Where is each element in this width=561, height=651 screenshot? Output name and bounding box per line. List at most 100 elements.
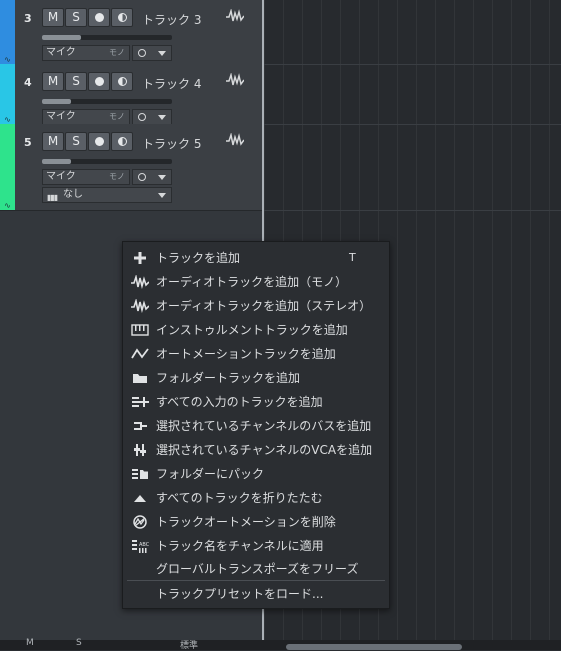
track-color-strip[interactable]: ∿ [0, 0, 15, 64]
bottom-std-label[interactable]: 標準 [180, 638, 198, 651]
output-select[interactable]: ▮▮▮ なし [42, 187, 172, 203]
chevron-down-icon [158, 115, 166, 120]
solo-button[interactable]: S [65, 132, 87, 151]
track-number: 4 [24, 76, 32, 89]
record-icon [94, 13, 104, 22]
record-arm-button[interactable] [88, 8, 110, 27]
record-icon [94, 137, 104, 146]
track-name[interactable]: トラック 4 [142, 75, 201, 92]
input-label: マイク [46, 47, 76, 58]
menu-item-label: フォルダーにパック [156, 467, 265, 481]
menu-separator [127, 580, 385, 581]
menu-item-label: トラック名をチャンネルに適用 [156, 539, 324, 553]
menu-item-label: トラックプリセットをロード... [156, 587, 324, 601]
menu-item-add-vca[interactable]: 選択されているチャンネルのVCAを追加 [123, 438, 389, 462]
track-number: 3 [24, 12, 32, 25]
menu-item-add-audio-stereo[interactable]: オーディオトラックを追加（ステレオ） [123, 294, 389, 318]
menu-item-add-folder[interactable]: フォルダートラックを追加 [123, 366, 389, 390]
channel-mode: モノ [109, 172, 125, 181]
input-select[interactable]: マイク モノ [42, 45, 130, 61]
bottom-bar: M S 標準 [0, 638, 561, 651]
menu-item-freeze-transpose[interactable]: グローバルトランスポーズをフリーズ [123, 557, 389, 581]
menu-item-add-instrument[interactable]: インストゥルメントトラックを追加 [123, 318, 389, 342]
menu-item-load-preset[interactable]: トラックプリセットをロード... [123, 582, 389, 606]
menu-item-pack-folder[interactable]: フォルダーにパック [123, 462, 389, 486]
collapse-triangle-icon [134, 495, 146, 502]
track-color-strip[interactable]: ∿ [0, 64, 15, 124]
solo-button[interactable]: S [65, 8, 87, 27]
menu-item-add-automation[interactable]: オートメーショントラックを追加 [123, 342, 389, 366]
audio-track-icon [226, 9, 244, 22]
input-select[interactable]: マイク モノ [42, 169, 130, 185]
audio-track-icon [226, 133, 244, 146]
menu-item-collapse-all[interactable]: すべてのトラックを折りたたむ [123, 486, 389, 510]
audio-wave-icon [131, 299, 149, 313]
audio-track-icon [226, 73, 244, 86]
wave-mini-icon: ∿ [4, 55, 11, 64]
mute-button[interactable]: M [42, 8, 64, 27]
volume-fader[interactable] [42, 159, 172, 164]
menu-item-label: オートメーショントラックを追加 [156, 347, 336, 361]
menu-item-label: オーディオトラックを追加（モノ） [156, 275, 348, 289]
menu-item-label: すべての入力のトラックを追加 [156, 395, 323, 409]
list-add-icon [132, 397, 149, 407]
mute-button[interactable]: M [42, 132, 64, 151]
menu-item-apply-names[interactable]: ABC トラック名をチャンネルに適用 [123, 534, 389, 558]
input-select[interactable]: マイク モノ [42, 109, 130, 125]
menu-item-label: すべてのトラックを折りたたむ [156, 491, 323, 505]
folder-icon [133, 374, 147, 383]
input-label: マイク [46, 111, 76, 122]
channel-mode: モノ [109, 112, 125, 121]
volume-fader[interactable] [42, 35, 172, 40]
monitor-button[interactable] [111, 72, 133, 91]
menu-item-label: トラックオートメーションを削除 [156, 515, 336, 529]
monitor-ring-icon [138, 49, 146, 57]
output-label: なし [63, 189, 83, 200]
track-name[interactable]: トラック 5 [142, 135, 201, 152]
monitor-select[interactable] [132, 45, 172, 61]
solo-button[interactable]: S [65, 72, 87, 91]
track-row[interactable]: ∿ 5 M S トラック 5 マイク モノ ▮▮▮ なし [0, 124, 262, 211]
volume-fader[interactable] [42, 99, 172, 104]
monitor-ring-icon [138, 173, 146, 181]
chevron-down-icon [158, 193, 166, 198]
menu-item-add-bus[interactable]: 選択されているチャンネルのバスを追加 [123, 414, 389, 438]
menu-item-label: フォルダートラックを追加 [156, 371, 301, 385]
remove-automation-icon [133, 515, 147, 529]
bus-icon [134, 422, 147, 430]
monitor-select[interactable] [132, 109, 172, 125]
record-arm-button[interactable] [88, 132, 110, 151]
mute-button[interactable]: M [42, 72, 64, 91]
bottom-s-label[interactable]: S [76, 638, 82, 648]
menu-item-add-all-inputs[interactable]: すべての入力のトラックを追加 [123, 390, 389, 414]
plus-icon [134, 252, 146, 264]
output-bars-icon: ▮▮▮ [47, 193, 58, 202]
monitor-button[interactable] [111, 8, 133, 27]
svg-text:ABC: ABC [139, 542, 149, 548]
record-icon [94, 77, 104, 86]
monitor-icon [117, 13, 127, 22]
menu-item-remove-automation[interactable]: トラックオートメーションを削除 [123, 510, 389, 534]
menu-item-add-audio-mono[interactable]: オーディオトラックを追加（モノ） [123, 270, 389, 294]
monitor-select[interactable] [132, 169, 172, 185]
shortcut-label: T [349, 251, 356, 264]
monitor-icon [117, 137, 127, 146]
track-row[interactable]: ∿ 4 M S トラック 4 マイク モノ [0, 64, 262, 125]
menu-item-label: グローバルトランスポーズをフリーズ [156, 562, 359, 576]
menu-item-label: インストゥルメントトラックを追加 [156, 323, 348, 337]
menu-item-add-track[interactable]: トラックを追加 T [123, 246, 389, 270]
menu-item-label: 選択されているチャンネルのVCAを追加 [156, 443, 373, 457]
chevron-down-icon [158, 51, 166, 56]
context-menu: トラックを追加 T オーディオトラックを追加（モノ） オーディオトラックを追加（… [122, 241, 390, 609]
horizontal-scrollbar[interactable] [286, 644, 462, 650]
track-row[interactable]: ∿ 3 M S トラック 3 マイク モノ [0, 0, 262, 65]
track-name[interactable]: トラック 3 [142, 11, 201, 28]
input-label: マイク [46, 171, 76, 182]
track-color-strip[interactable]: ∿ [0, 124, 15, 210]
vca-icon [134, 444, 146, 456]
chevron-down-icon [158, 175, 166, 180]
menu-item-label: オーディオトラックを追加（ステレオ） [156, 299, 372, 313]
bottom-m-label[interactable]: M [26, 638, 34, 648]
record-arm-button[interactable] [88, 72, 110, 91]
monitor-button[interactable] [111, 132, 133, 151]
